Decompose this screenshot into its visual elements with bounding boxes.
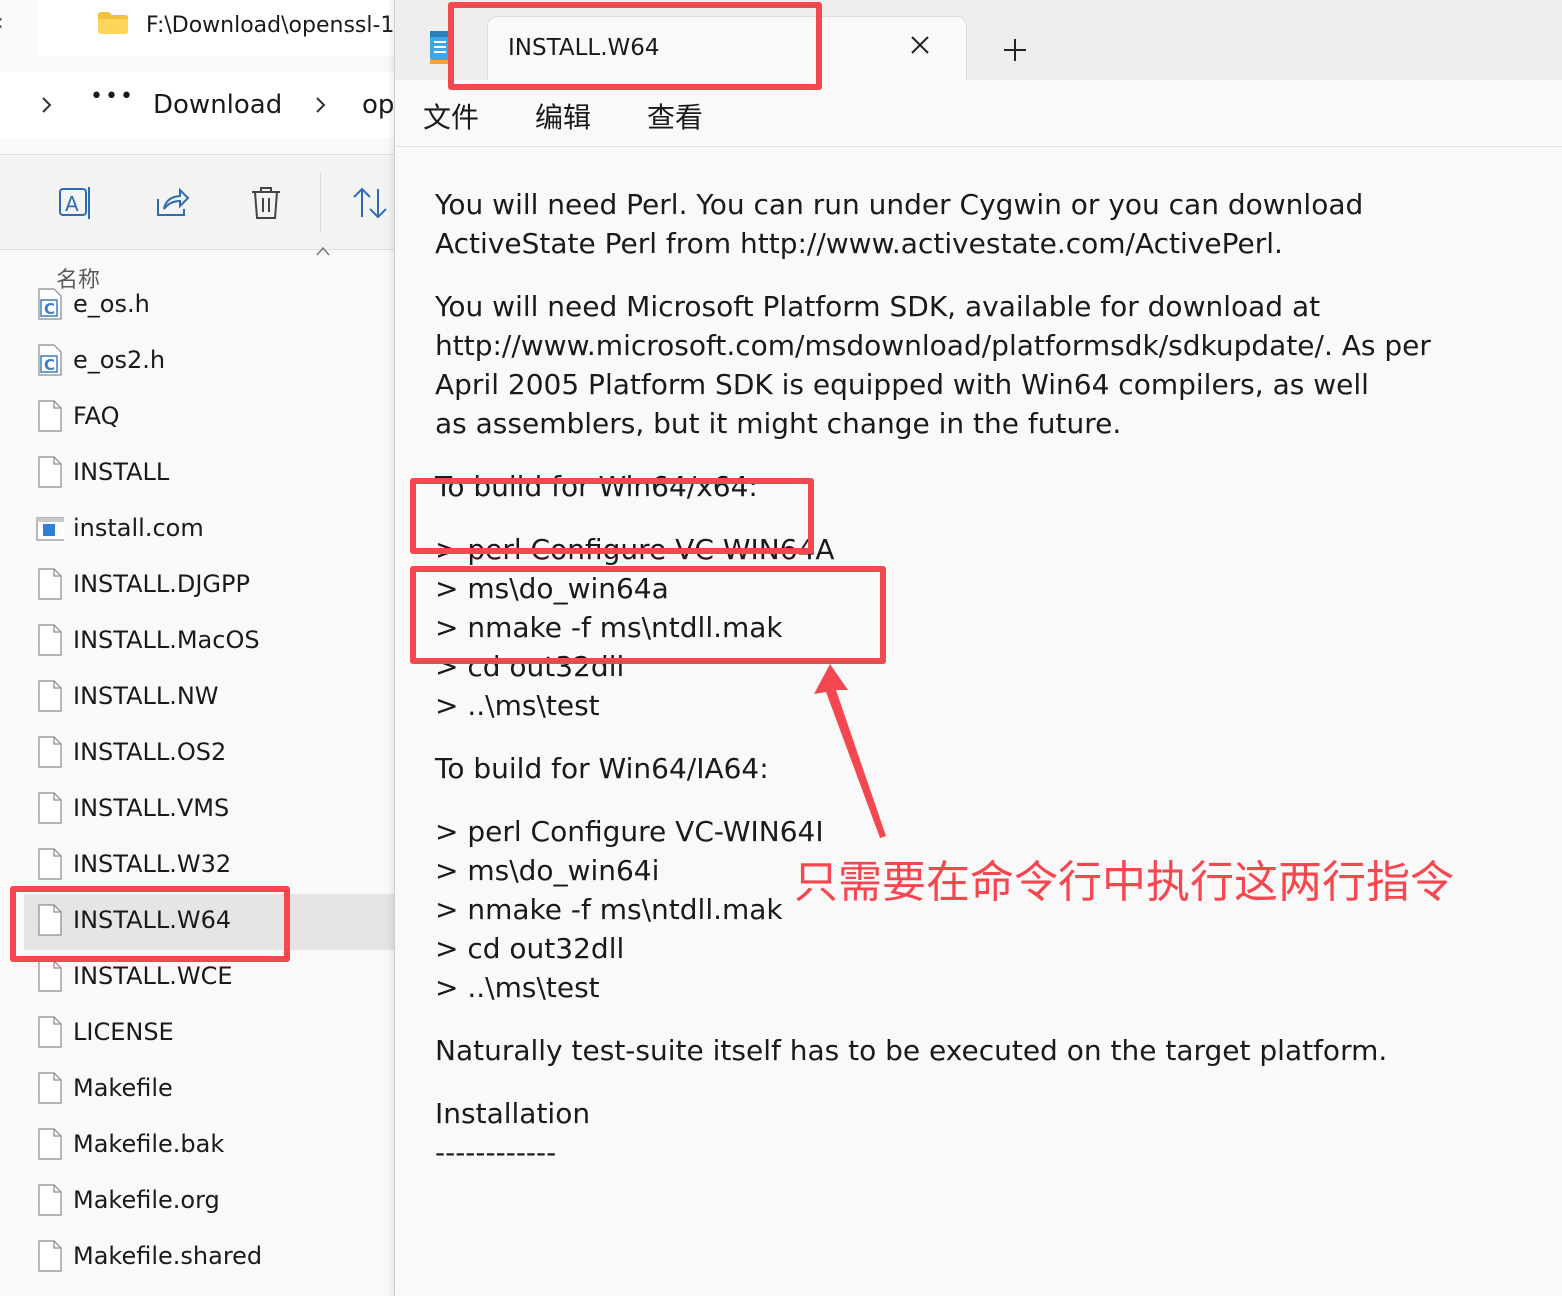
address-overflow[interactable]: ••• xyxy=(90,84,135,109)
sort-caret-up-icon xyxy=(316,246,330,256)
file-list-item[interactable]: LICENSE xyxy=(0,1006,394,1062)
text-line: You will need Perl. You can run under Cy… xyxy=(435,188,1364,221)
breadcrumb-openssl[interactable]: op xyxy=(362,90,394,120)
file-name: INSTALL.NW xyxy=(73,682,219,710)
c-source-file-icon: C xyxy=(38,344,62,376)
menu-view[interactable]: 查看 xyxy=(647,96,703,136)
highlight-box-x64-heading xyxy=(410,478,814,554)
chevron-right-icon xyxy=(42,97,52,113)
rename-icon[interactable]: A xyxy=(56,183,96,223)
document-file-icon xyxy=(38,400,62,432)
back-chevron-icon[interactable]: ‹ xyxy=(0,8,4,36)
text-line: Naturally test-suite itself has to be ex… xyxy=(435,1034,1388,1067)
folder-icon xyxy=(98,12,128,34)
sort-icon[interactable] xyxy=(350,183,390,223)
file-list-item[interactable]: INSTALL.MacOS xyxy=(0,614,394,670)
svg-text:A: A xyxy=(65,192,79,216)
plus-icon[interactable] xyxy=(1001,36,1029,64)
document-file-icon xyxy=(38,624,62,656)
file-name: INSTALL.MacOS xyxy=(73,626,260,654)
chevron-right-icon xyxy=(316,97,326,113)
file-list-item[interactable]: install.com xyxy=(0,502,394,558)
annotation-text: 只需要在命令行中执行这两行指令 xyxy=(794,857,1454,908)
highlight-box-selected-file xyxy=(10,886,290,962)
toolbar-separator xyxy=(320,173,321,231)
document-file-icon xyxy=(38,736,62,768)
trash-icon[interactable] xyxy=(246,183,286,223)
ia64-command: > cd out32dll xyxy=(435,932,625,965)
file-list-item[interactable]: Makefile xyxy=(0,1062,394,1118)
file-list-item[interactable]: INSTALL xyxy=(0,446,394,502)
document-text: You will need Perl. You can run under Cy… xyxy=(435,185,1431,1172)
explorer-tab-title: F:\Download\openssl-1.0.1 xyxy=(146,13,394,38)
text-line: April 2005 Platform SDK is equipped with… xyxy=(435,368,1369,401)
file-name: INSTALL.W32 xyxy=(73,850,232,878)
file-name: Makefile xyxy=(73,1074,173,1102)
document-file-icon xyxy=(38,1240,62,1272)
file-explorer-window: ‹ F:\Download\openssl-1.0.1 ••• Download… xyxy=(0,0,394,1296)
text-line: http://www.microsoft.com/msdownload/plat… xyxy=(435,329,1431,362)
explorer-toolbar: A xyxy=(0,154,394,250)
document-file-icon xyxy=(38,848,62,880)
text-line: ActiveState Perl from http://www.actives… xyxy=(435,227,1283,260)
document-file-icon xyxy=(38,1128,62,1160)
file-name: LICENSE xyxy=(73,1018,174,1046)
document-file-icon xyxy=(38,792,62,824)
text-line: You will need Microsoft Platform SDK, av… xyxy=(435,290,1321,323)
file-list-item[interactable]: INSTALL.OS2 xyxy=(0,726,394,782)
ia64-command: > ..\ms\test xyxy=(435,971,600,1004)
executable-file-icon xyxy=(36,517,64,541)
document-file-icon xyxy=(38,960,62,992)
document-file-icon xyxy=(38,1184,62,1216)
x64-command: > ..\ms\test xyxy=(435,689,600,722)
file-list-item[interactable]: Ce_os.h xyxy=(0,278,394,334)
text-line: as assemblers, but it might change in th… xyxy=(435,407,1122,440)
file-list-item[interactable]: Ce_os2.h xyxy=(0,334,394,390)
document-file-icon xyxy=(38,1072,62,1104)
share-icon[interactable] xyxy=(152,183,192,223)
document-file-icon xyxy=(38,680,62,712)
file-list-item[interactable]: Makefile.shared xyxy=(0,1230,394,1286)
file-name: FAQ xyxy=(73,402,120,430)
file-list-item[interactable]: Makefile.org xyxy=(0,1174,394,1230)
installation-heading: Installation xyxy=(435,1097,591,1130)
annotation-arrow-icon xyxy=(814,664,886,838)
file-name: Makefile.org xyxy=(73,1186,220,1214)
file-name: e_os.h xyxy=(73,290,150,318)
file-name: INSTALL.OS2 xyxy=(73,738,227,766)
file-name: INSTALL.WCE xyxy=(73,962,233,990)
breadcrumb-download[interactable]: Download xyxy=(153,90,282,120)
file-name: Makefile.shared xyxy=(73,1242,263,1270)
file-name: Makefile.bak xyxy=(73,1130,225,1158)
file-list-item[interactable]: INSTALL.DJGPP xyxy=(0,558,394,614)
highlight-box-tab xyxy=(448,2,822,90)
document-file-icon xyxy=(38,1016,62,1048)
svg-text:C: C xyxy=(44,300,55,318)
file-name: INSTALL.DJGPP xyxy=(73,570,250,598)
notepad-text-editor[interactable]: You will need Perl. You can run under Cy… xyxy=(395,147,1562,1296)
installation-rule: ------------ xyxy=(435,1136,557,1169)
svg-text:C: C xyxy=(44,356,55,374)
file-list-item[interactable]: Makefile.bak xyxy=(0,1118,394,1174)
file-list: Ce_os.h Ce_os2.h FAQ INSTALL install.com INST… xyxy=(0,278,394,1296)
file-list-item[interactable]: INSTALL.NW xyxy=(0,670,394,726)
file-name: INSTALL.VMS xyxy=(73,794,230,822)
file-name: INSTALL xyxy=(73,458,170,486)
document-file-icon xyxy=(38,568,62,600)
document-file-icon xyxy=(38,456,62,488)
menu-file[interactable]: 文件 xyxy=(423,96,479,136)
file-name: install.com xyxy=(73,514,204,542)
file-list-item[interactable]: INSTALL.VMS xyxy=(0,782,394,838)
menu-edit[interactable]: 编辑 xyxy=(535,96,591,136)
notepad-menubar: 文件 编辑 查看 xyxy=(395,80,1562,147)
address-bar[interactable]: ••• Download op xyxy=(0,72,394,138)
c-source-file-icon: C xyxy=(38,288,62,320)
file-list-item[interactable]: FAQ xyxy=(0,390,394,446)
ia64-heading: To build for Win64/IA64: xyxy=(435,752,769,785)
file-name: e_os2.h xyxy=(73,346,166,374)
explorer-tab[interactable]: F:\Download\openssl-1.0.1 xyxy=(38,0,394,56)
close-icon[interactable] xyxy=(908,33,932,57)
